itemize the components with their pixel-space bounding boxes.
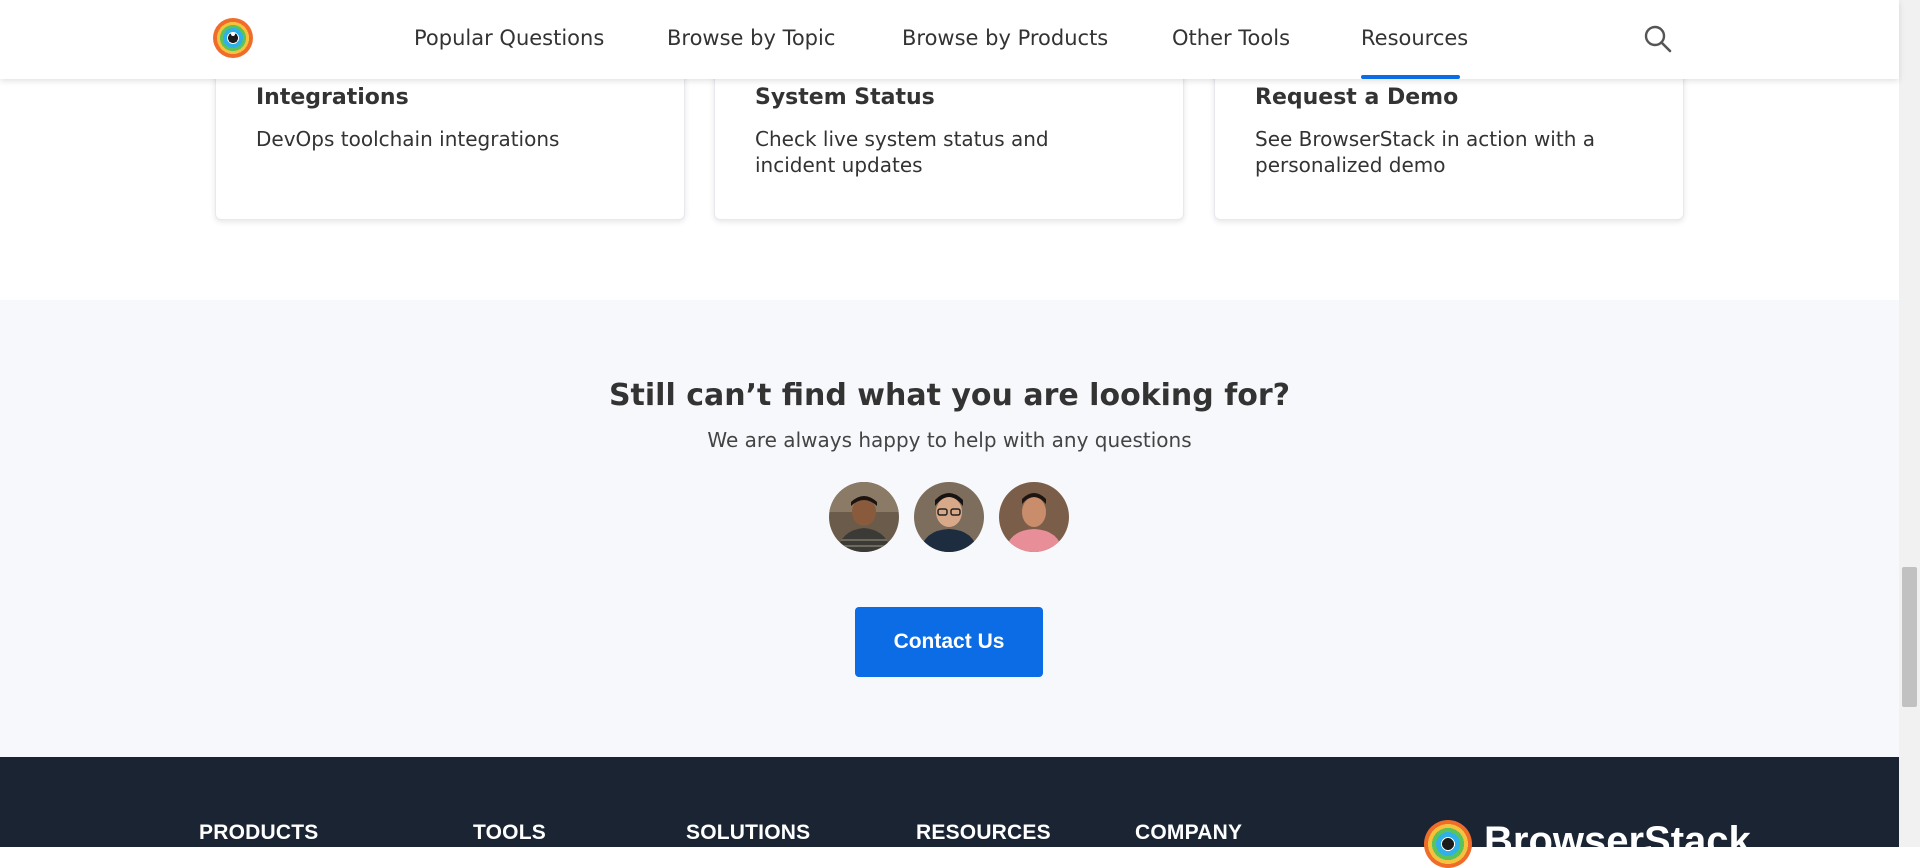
top-nav-bar: Popular Questions Browse by Topic Browse… xyxy=(0,0,1899,79)
footer: PRODUCTS TOOLS SOLUTIONS RESOURCES COMPA… xyxy=(0,757,1899,868)
card-title: Integrations xyxy=(256,85,409,110)
page-scrollbar[interactable] xyxy=(1899,0,1920,847)
support-agent-avatar xyxy=(829,482,899,552)
nav-browse-by-topic[interactable]: Browse by Topic xyxy=(667,26,835,50)
footer-heading-tools[interactable]: TOOLS xyxy=(473,821,546,845)
help-title: Still can’t find what you are looking fo… xyxy=(608,378,1291,413)
nav-popular-questions[interactable]: Popular Questions xyxy=(414,26,604,50)
nav-resources[interactable]: Resources xyxy=(1361,26,1468,50)
footer-brand-name[interactable]: BrowserStack xyxy=(1484,819,1751,864)
help-subtitle: We are always happy to help with any que… xyxy=(707,428,1192,452)
footer-heading-solutions[interactable]: SOLUTIONS xyxy=(686,821,810,845)
footer-heading-resources[interactable]: RESOURCES xyxy=(916,821,1051,845)
card-title: System Status xyxy=(755,85,935,110)
active-tab-indicator xyxy=(1361,75,1460,79)
search-icon[interactable] xyxy=(1643,24,1673,54)
card-description: See BrowserStack in action with a person… xyxy=(1255,127,1595,177)
support-agent-avatar xyxy=(914,482,984,552)
support-agent-avatar xyxy=(999,482,1069,552)
card-description: Check live system status and incident up… xyxy=(755,127,1049,177)
scrollbar-thumb[interactable] xyxy=(1902,567,1917,707)
footer-heading-products[interactable]: PRODUCTS xyxy=(199,821,318,845)
browserstack-logo-icon[interactable] xyxy=(213,18,253,58)
nav-other-tools[interactable]: Other Tools xyxy=(1172,26,1290,50)
card-title: Request a Demo xyxy=(1255,85,1459,110)
footer-heading-company[interactable]: COMPANY xyxy=(1135,821,1242,845)
contact-us-button[interactable]: Contact Us xyxy=(855,607,1043,677)
logo-glint xyxy=(231,32,235,36)
browserstack-logo-icon[interactable] xyxy=(1424,820,1472,868)
help-section: Still can’t find what you are looking fo… xyxy=(0,300,1899,757)
nav-browse-by-products[interactable]: Browse by Products xyxy=(902,26,1108,50)
card-description: DevOps toolchain integrations xyxy=(256,127,560,151)
